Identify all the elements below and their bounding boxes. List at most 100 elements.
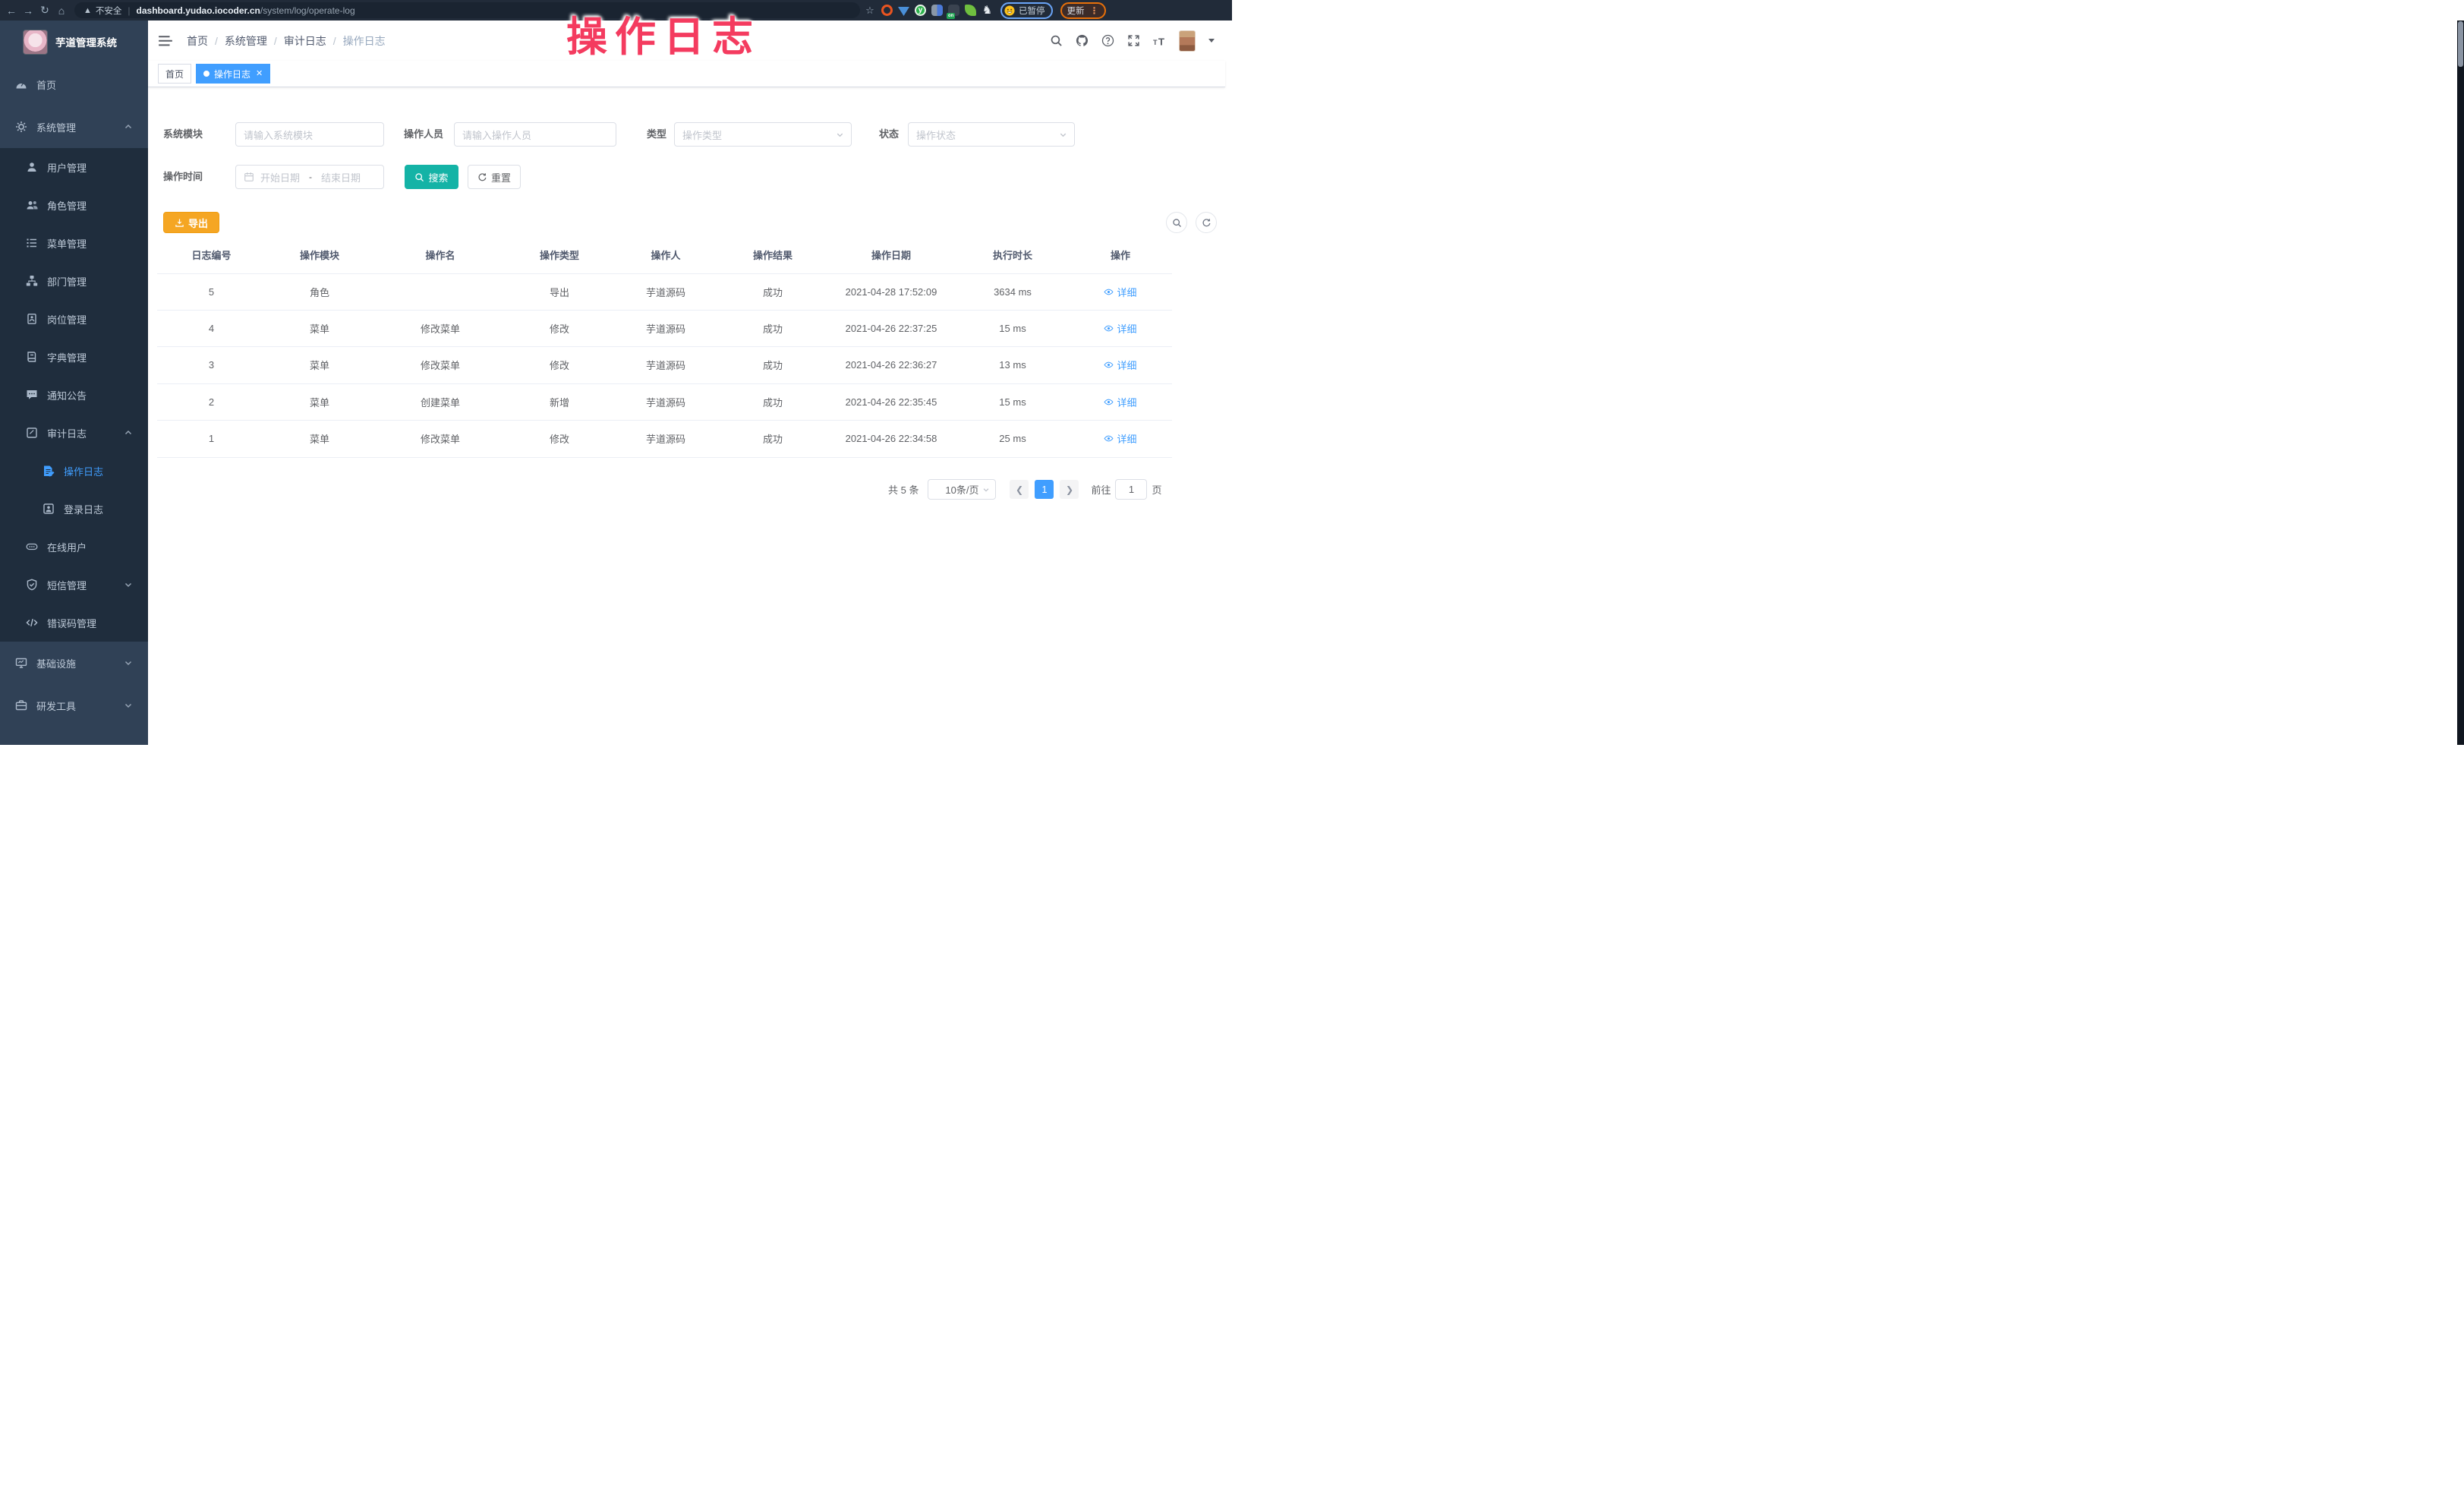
browser-update-button[interactable]: 更新 ⋮ bbox=[1060, 2, 1106, 19]
extension-knight-icon[interactable]: ♞ bbox=[982, 5, 993, 16]
font-size-icon[interactable]: TT bbox=[1153, 34, 1166, 47]
breadcrumb-item[interactable]: 审计日志 bbox=[284, 33, 326, 49]
table-body: 5角色导出芋道源码成功2021-04-28 17:52:093634 ms详细4… bbox=[157, 273, 1172, 458]
extension-leaf-icon[interactable] bbox=[965, 5, 976, 16]
close-icon[interactable]: ✕ bbox=[256, 70, 263, 78]
app-header: 首页/系统管理/审计日志/操作日志 TT bbox=[148, 21, 1225, 61]
detail-link[interactable]: 详细 bbox=[1104, 395, 1136, 409]
type-select[interactable]: 操作类型 bbox=[674, 122, 852, 147]
detail-link[interactable]: 详细 bbox=[1104, 285, 1136, 299]
sidebar-item-role-management[interactable]: 角色管理 bbox=[0, 186, 148, 224]
page-size-value: 10条/页 bbox=[945, 482, 978, 497]
table-cell: 芋道源码 bbox=[612, 421, 720, 457]
bookmark-star-icon[interactable]: ☆ bbox=[860, 5, 880, 17]
sidebar-item-post-management[interactable]: 岗位管理 bbox=[0, 300, 148, 338]
help-icon[interactable] bbox=[1101, 34, 1114, 47]
refresh-table-button[interactable] bbox=[1196, 212, 1217, 233]
search-icon bbox=[1172, 218, 1182, 228]
paused-badge-label: 已暂停 bbox=[1019, 5, 1045, 17]
browser-scrollbar[interactable] bbox=[2457, 21, 2464, 745]
sidebar-item-login-log[interactable]: 登录日志 bbox=[0, 490, 148, 528]
tab-operate-log[interactable]: 操作日志 ✕ bbox=[196, 64, 270, 84]
module-input[interactable]: 请输入系统模块 bbox=[235, 122, 384, 147]
sidebar-item-menu-management[interactable]: 菜单管理 bbox=[0, 224, 148, 262]
scrollbar-thumb[interactable] bbox=[2458, 21, 2463, 67]
chevron-down-icon[interactable] bbox=[1208, 39, 1215, 43]
url-domain: dashboard.yudao.iocoder.cn bbox=[137, 5, 260, 16]
sidebar-item-dict-management[interactable]: 字典管理 bbox=[0, 338, 148, 376]
operator-input[interactable]: 请输入操作人员 bbox=[454, 122, 616, 147]
table-cell: 2021-04-26 22:36:27 bbox=[826, 347, 956, 383]
search-icon[interactable] bbox=[1050, 34, 1063, 47]
table-cell: 25 ms bbox=[956, 421, 1069, 457]
extension-grid-icon[interactable] bbox=[931, 5, 943, 16]
sidebar-item-label: 基础设施 bbox=[36, 656, 76, 670]
table-cell: 芋道源码 bbox=[612, 274, 720, 310]
browser-forward-icon[interactable]: → bbox=[20, 5, 36, 17]
table-cell: 成功 bbox=[720, 274, 826, 310]
sidebar-item-user-management[interactable]: 用户管理 bbox=[0, 148, 148, 186]
sidebar-item-sms-management[interactable]: 短信管理 bbox=[0, 566, 148, 604]
tab-home[interactable]: 首页 bbox=[158, 64, 191, 84]
table-header-cell: 操作模块 bbox=[266, 235, 373, 273]
sidebar-item-audit-log[interactable]: 审计日志 bbox=[0, 414, 148, 452]
refresh-icon bbox=[477, 172, 487, 182]
eye-icon bbox=[1104, 287, 1114, 297]
chevron-down-icon bbox=[124, 701, 133, 710]
breadcrumb-item[interactable]: 系统管理 bbox=[225, 33, 267, 49]
table-header-cell: 操作类型 bbox=[507, 235, 612, 273]
sidebar-item-home[interactable]: 首页 bbox=[0, 63, 148, 106]
reset-button-label: 重置 bbox=[491, 170, 511, 185]
browser-menu-icon[interactable]: ⋮ bbox=[1090, 5, 1099, 16]
goto-page-input[interactable]: 1 bbox=[1115, 479, 1147, 500]
breadcrumb-item[interactable]: 首页 bbox=[187, 33, 208, 49]
table-cell: 2021-04-26 22:35:45 bbox=[826, 384, 956, 421]
browser-back-icon[interactable]: ← bbox=[3, 5, 20, 17]
avatar[interactable] bbox=[1179, 30, 1196, 52]
page-1-button[interactable]: 1 bbox=[1035, 480, 1054, 499]
sidebar-item-online-users[interactable]: 在线用户 bbox=[0, 528, 148, 566]
url-path: /system/log/operate-log bbox=[260, 5, 355, 16]
extension-switch-icon[interactable]: on bbox=[948, 5, 959, 16]
time-range-input[interactable]: 开始日期 - 结束日期 bbox=[235, 165, 384, 189]
sidebar-item-label: 菜单管理 bbox=[47, 236, 87, 251]
sidebar-item-system-management[interactable]: 系统管理 bbox=[0, 106, 148, 148]
extension-blue-drop-icon[interactable] bbox=[898, 5, 909, 16]
sidebar-item-dev-tools[interactable]: 研发工具 bbox=[0, 684, 148, 727]
paused-badge[interactable]: 已暂停 bbox=[1000, 2, 1053, 19]
table-cell: 2021-04-26 22:37:25 bbox=[826, 311, 956, 347]
reset-button[interactable]: 重置 bbox=[468, 165, 521, 189]
sidebar-logo-row[interactable]: 芋道管理系统 bbox=[0, 21, 148, 63]
browser-home-icon[interactable]: ⌂ bbox=[53, 5, 70, 17]
hamburger-icon[interactable] bbox=[158, 34, 173, 48]
sidebar-item-department-management[interactable]: 部门管理 bbox=[0, 262, 148, 300]
page-size-select[interactable]: 10条/页 bbox=[928, 479, 996, 500]
sidebar-item-notice-announcement[interactable]: 通知公告 bbox=[0, 376, 148, 414]
next-page-button[interactable]: ❯ bbox=[1060, 480, 1079, 499]
toggle-search-button[interactable] bbox=[1166, 212, 1187, 233]
detail-link[interactable]: 详细 bbox=[1104, 358, 1136, 372]
browser-reload-icon[interactable]: ↻ bbox=[36, 4, 53, 17]
sidebar-item-error-code-management[interactable]: 错误码管理 bbox=[0, 604, 148, 642]
detail-link[interactable]: 详细 bbox=[1104, 431, 1136, 446]
fullscreen-icon[interactable] bbox=[1127, 34, 1140, 47]
type-placeholder: 操作类型 bbox=[682, 128, 722, 142]
org-tree-icon bbox=[26, 275, 38, 287]
table-cell: 成功 bbox=[720, 384, 826, 421]
users-icon bbox=[26, 199, 38, 211]
sidebar-item-operate-log[interactable]: 操作日志 bbox=[0, 452, 148, 490]
prev-page-button[interactable]: ❮ bbox=[1010, 480, 1029, 499]
export-button[interactable]: 导出 bbox=[163, 212, 219, 233]
extension-orange-ring-icon[interactable] bbox=[881, 5, 893, 16]
github-icon[interactable] bbox=[1076, 34, 1089, 47]
search-icon bbox=[414, 172, 424, 182]
address-bar[interactable]: ▲ 不安全 | dashboard.yudao.iocoder.cn /syst… bbox=[74, 2, 860, 18]
security-warning-icon[interactable]: ▲ bbox=[83, 6, 92, 15]
detail-link[interactable]: 详细 bbox=[1104, 321, 1136, 336]
status-select[interactable]: 操作状态 bbox=[908, 122, 1075, 147]
sidebar-item-infrastructure[interactable]: 基础设施 bbox=[0, 642, 148, 684]
extension-green-y-icon[interactable]: y bbox=[915, 5, 926, 16]
search-button[interactable]: 搜索 bbox=[405, 165, 458, 189]
table-header-cell: 操作人 bbox=[612, 235, 720, 273]
sidebar-item-label: 岗位管理 bbox=[47, 312, 87, 327]
